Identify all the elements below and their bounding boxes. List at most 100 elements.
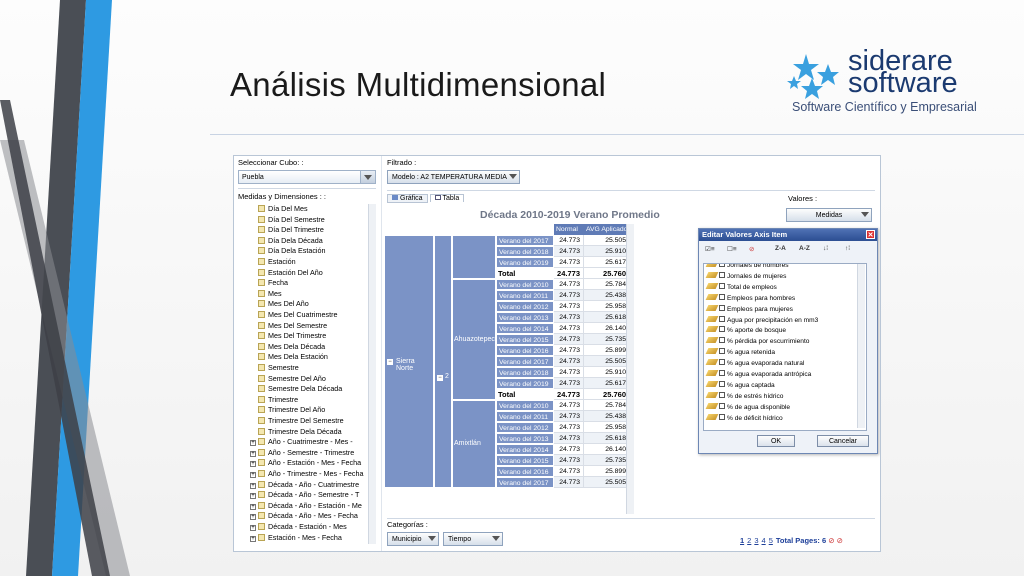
tab-table[interactable]: Tabla (429, 194, 465, 202)
pencil-icon[interactable] (705, 337, 719, 344)
page-link[interactable]: 1 (740, 536, 744, 545)
item-checkbox[interactable] (719, 271, 725, 278)
axis-value-item[interactable]: Agua por precipitación en mm3 (705, 315, 818, 327)
uncheck-all-icon[interactable]: ☐≡ (727, 245, 737, 253)
page-link[interactable]: 4 (762, 536, 766, 545)
axis-value-item[interactable]: Empleos para mujeres (705, 304, 793, 316)
expand-icon[interactable]: + (250, 482, 256, 489)
filter-dropdown[interactable]: Modelo : A2 TEMPERATURA MEDIA (387, 170, 520, 184)
axis-value-item[interactable]: Total de empleos (705, 282, 777, 294)
expand-icon[interactable]: + (250, 535, 256, 542)
item-checkbox[interactable] (719, 413, 725, 420)
pencil-icon[interactable] (705, 391, 719, 398)
collapse-icon[interactable]: − (387, 358, 393, 365)
dialog-list-scrollbar[interactable] (857, 264, 865, 428)
check-all-icon[interactable]: ☑≡ (705, 245, 715, 253)
tree-hierarchy-item[interactable]: + Década - Año - Estación - Me (250, 501, 362, 512)
clear-filter-icon[interactable]: ⊘ (749, 245, 754, 253)
pencil-icon[interactable] (705, 315, 719, 322)
axis-value-item[interactable]: Jornales de hombres (705, 264, 789, 272)
pencil-icon[interactable] (705, 348, 719, 355)
tree-item[interactable]: Mes Del Cuatrimestre (258, 310, 338, 321)
item-checkbox[interactable] (719, 359, 725, 366)
tree-hierarchy-item[interactable]: + Año - Estación - Mes - Fecha (250, 458, 361, 469)
ok-button[interactable]: OK (757, 435, 795, 447)
category-tiempo-button[interactable]: Tiempo (443, 532, 503, 546)
item-checkbox[interactable] (719, 304, 725, 311)
pencil-icon[interactable] (705, 271, 719, 278)
tree-item[interactable]: Día Dela Década (258, 236, 323, 247)
expand-icon[interactable]: + (250, 461, 256, 468)
item-checkbox[interactable] (719, 380, 725, 387)
pencil-icon[interactable] (705, 402, 719, 409)
item-checkbox[interactable] (719, 402, 725, 409)
pencil-icon[interactable] (705, 304, 719, 311)
axis-value-item[interactable]: % aporte de bosque (705, 326, 786, 337)
close-icon[interactable]: ✕ (866, 230, 875, 239)
expand-icon[interactable]: + (250, 514, 256, 521)
axis-value-item[interactable]: Jornales de mujeres (705, 271, 786, 283)
chevron-down-icon[interactable] (360, 171, 375, 183)
table-scrollbar[interactable] (626, 224, 634, 514)
tree-scrollbar[interactable] (368, 204, 376, 544)
tree-item[interactable]: Mes Dela Estación (258, 352, 328, 363)
tree-hierarchy-item[interactable]: + Década - Año - Mes - Fecha (250, 511, 358, 522)
pencil-icon[interactable] (705, 282, 719, 289)
export-excel-icon[interactable]: ⊘ (835, 536, 843, 545)
pencil-icon[interactable] (705, 413, 719, 420)
sort-az-button[interactable]: A-Z (799, 245, 810, 252)
tree-item[interactable]: Trimestre Del Semestre (258, 416, 344, 427)
tree-hierarchy-item[interactable]: + Década - Año - Semestre - T (250, 490, 359, 501)
tree-hierarchy-item[interactable]: + Década - Estación - Mes (250, 522, 347, 533)
tree-hierarchy-item[interactable]: + Década - Año - Cuatrimestre (250, 480, 359, 491)
tree-item[interactable]: Día Del Trimestre (258, 225, 324, 236)
pencil-icon[interactable] (705, 380, 719, 387)
axis-value-item[interactable]: % agua retenida (705, 348, 775, 359)
item-checkbox[interactable] (719, 326, 725, 333)
axis-value-item[interactable]: % de agua disponible (705, 402, 790, 414)
item-checkbox[interactable] (719, 337, 725, 344)
item-checkbox[interactable] (719, 370, 725, 376)
tree-item[interactable]: Mes Dela Década (258, 342, 325, 353)
tree-item[interactable]: Semestre Dela Década (258, 384, 342, 395)
export-pdf-icon[interactable]: ⊘ (826, 536, 834, 545)
tree-item[interactable]: Semestre Del Año (258, 374, 326, 385)
tree-item[interactable]: Día Dela Estación (258, 246, 326, 257)
expand-icon[interactable]: + (250, 503, 256, 510)
axis-value-item[interactable]: Empleos para hombres (705, 293, 795, 305)
sort-za-button[interactable]: Z-A (775, 245, 786, 252)
axis-value-item[interactable]: % pérdida por escurrimiento (705, 337, 809, 348)
item-checkbox[interactable] (719, 348, 725, 355)
pencil-icon[interactable] (705, 293, 719, 300)
tree-hierarchy-item[interactable]: + Año - Cuatrimestre - Mes - (250, 437, 353, 448)
pencil-icon[interactable] (705, 359, 719, 366)
tree-item[interactable]: Día Del Mes (258, 204, 308, 215)
cube-select[interactable]: Puebla (238, 170, 376, 184)
page-link[interactable]: 5 (769, 536, 773, 545)
axis-value-item[interactable]: % agua evaporada antrópica (705, 370, 811, 381)
tree-item[interactable]: Trimestre (258, 395, 298, 406)
tree-item[interactable]: Día Del Semestre (258, 215, 325, 226)
page-link[interactable]: 3 (754, 536, 758, 545)
tree-item[interactable]: Trimestre Del Año (258, 405, 325, 416)
tree-item[interactable]: Mes (258, 289, 282, 300)
tree-item[interactable]: Semestre (258, 363, 299, 374)
values-dropdown[interactable]: Medidas (786, 208, 872, 222)
item-checkbox[interactable] (719, 391, 725, 398)
item-checkbox[interactable] (719, 293, 725, 300)
expand-icon[interactable]: + (250, 450, 256, 457)
collapse-icon[interactable]: − (437, 374, 443, 381)
expand-icon[interactable]: + (250, 493, 256, 500)
pencil-icon[interactable] (705, 264, 719, 267)
pencil-icon[interactable] (705, 370, 719, 376)
pencil-icon[interactable] (705, 326, 719, 333)
expand-icon[interactable]: + (250, 525, 256, 531)
item-checkbox[interactable] (719, 264, 725, 267)
tree-item[interactable]: Mes Del Año (258, 299, 309, 310)
category-municipio-button[interactable]: Municipio (387, 532, 439, 546)
expand-icon[interactable]: + (250, 440, 256, 447)
item-checkbox[interactable] (719, 315, 725, 322)
tree-hierarchy-item[interactable]: + Año - Semestre - Trimestre (250, 448, 354, 459)
tree-item[interactable]: Trimestre Dela Década (258, 427, 342, 438)
tree-hierarchy-item[interactable]: + Año - Trimestre - Mes - Fecha (250, 469, 363, 480)
